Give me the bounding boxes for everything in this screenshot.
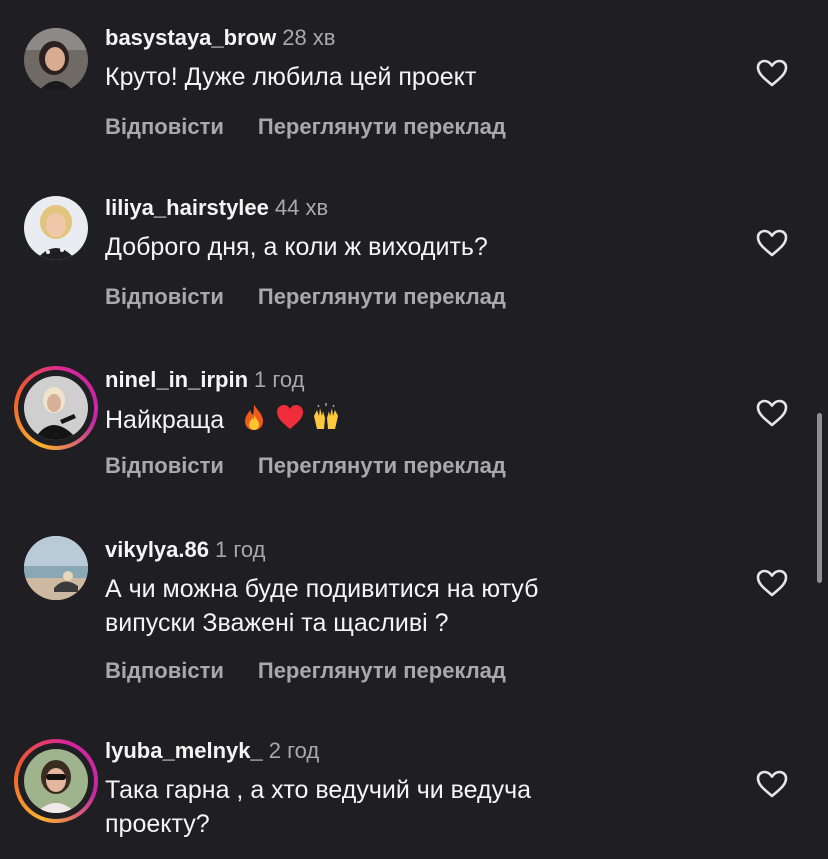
heart-outline-icon[interactable] (755, 769, 789, 799)
avatar[interactable] (14, 739, 98, 823)
comment-text-line: Доброго дня, а коли ж виходить? (105, 233, 488, 261)
comment-text-line: Така гарна , а хто ведучий чи ведуча (105, 776, 532, 804)
fire-emoji (239, 402, 269, 432)
raising-hands-emoji (311, 402, 341, 432)
comment-time: 44 хв (274, 195, 329, 220)
heart-outline-icon[interactable] (755, 58, 789, 88)
comment-text: Найкраща (105, 402, 725, 437)
comment-text-line: А чи можна буде подивитися на ютуб (105, 575, 539, 603)
avatar-image (24, 28, 88, 92)
avatar-image (24, 749, 88, 813)
scrollbar[interactable] (817, 413, 822, 583)
comment-username[interactable]: lyuba_melnyk_ (105, 738, 263, 763)
heart-outline-icon[interactable] (755, 398, 789, 428)
comment-text-line: Круто! Дуже любила цей проект (105, 63, 477, 91)
reply-button[interactable]: Відповісти (105, 284, 224, 309)
avatar-image (24, 196, 88, 260)
comment-text-line: випуски Зважені та щасливі ? (105, 609, 449, 637)
avatar-image (24, 376, 88, 440)
comment-text-line: проекту? (105, 810, 210, 838)
reply-button[interactable]: Відповісти (105, 114, 224, 139)
comment-time: 1 год (214, 537, 266, 562)
comment-text: Така гарна , а хто ведучий чи ведуча про… (105, 773, 725, 841)
comment-text: Круто! Дуже любила цей проект (105, 60, 725, 94)
comment-text: Доброго дня, а коли ж виходить? (105, 230, 725, 264)
heart-outline-icon[interactable] (755, 568, 789, 598)
heart-outline-icon[interactable] (755, 228, 789, 258)
avatar[interactable] (24, 536, 88, 600)
reply-button[interactable]: Відповісти (105, 453, 224, 478)
comment-username[interactable]: liliya_hairstylee (105, 195, 269, 220)
see-translation-button[interactable]: Переглянути переклад (258, 114, 506, 139)
comment-time: 2 год (268, 738, 320, 763)
avatar[interactable] (24, 28, 88, 92)
see-translation-button[interactable]: Переглянути переклад (258, 284, 506, 309)
comment-text-line: Найкраща (105, 406, 225, 434)
red-heart-emoji (275, 402, 305, 432)
avatar[interactable] (14, 366, 98, 450)
comment-username[interactable]: ninel_in_irpin (105, 367, 248, 392)
reply-button[interactable]: Відповісти (105, 658, 224, 683)
see-translation-button[interactable]: Переглянути переклад (258, 453, 506, 478)
avatar[interactable] (24, 196, 88, 260)
comment-time: 28 хв (282, 25, 336, 50)
comment-time: 1 год (254, 367, 305, 392)
avatar-image (24, 536, 88, 600)
comment-text: А чи можна буде подивитися на ютуб випус… (105, 572, 725, 640)
comment-username[interactable]: basystaya_brow (105, 25, 276, 50)
comment-username[interactable]: vikylya.86 (105, 537, 209, 562)
see-translation-button[interactable]: Переглянути переклад (258, 658, 506, 683)
